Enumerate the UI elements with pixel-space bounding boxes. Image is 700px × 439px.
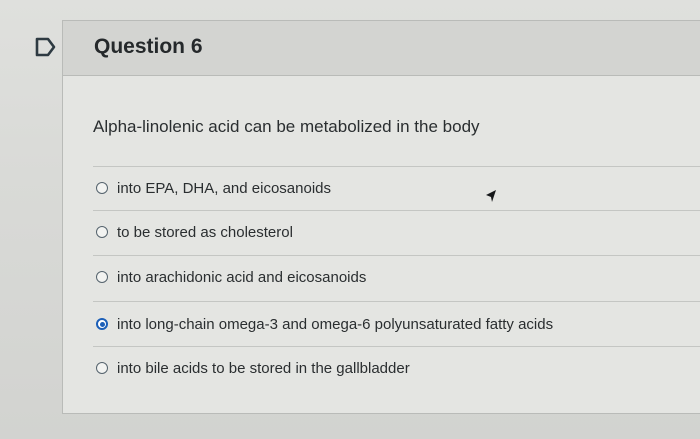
option-divider bbox=[93, 346, 700, 347]
answer-option-3[interactable]: into arachidonic acid and eicosanoids bbox=[96, 265, 366, 289]
radio-button[interactable] bbox=[96, 182, 108, 194]
answer-option-1[interactable]: into EPA, DHA, and eicosanoids bbox=[96, 176, 331, 200]
answer-option-label: into EPA, DHA, and eicosanoids bbox=[117, 179, 332, 197]
radio-button[interactable] bbox=[96, 271, 108, 283]
radio-button-selected[interactable] bbox=[96, 318, 108, 330]
radio-button[interactable] bbox=[96, 362, 108, 374]
answer-option-5[interactable]: into bile acids to be stored in the gall… bbox=[96, 356, 410, 380]
answer-option-label: to be stored as cholesterol bbox=[117, 223, 293, 241]
answer-option-2[interactable]: to be stored as cholesterol bbox=[96, 220, 293, 244]
question-title: Question 6 bbox=[94, 35, 203, 58]
mouse-cursor-icon bbox=[486, 190, 496, 202]
question-card: Question 6 Alpha-linolenic acid can be m… bbox=[62, 20, 700, 414]
answer-option-4[interactable]: into long-chain omega-3 and omega-6 poly… bbox=[96, 312, 553, 336]
answer-option-label: into arachidonic acid and eicosanoids bbox=[117, 268, 367, 286]
option-divider bbox=[93, 210, 700, 211]
option-divider bbox=[93, 166, 700, 167]
option-divider bbox=[93, 301, 700, 302]
radio-button[interactable] bbox=[96, 226, 108, 238]
question-text: Alpha-linolenic acid can be metabolized … bbox=[93, 117, 480, 136]
answer-option-label: into long-chain omega-3 and omega-6 poly… bbox=[117, 315, 554, 333]
option-divider bbox=[93, 255, 700, 256]
question-header: Question 6 bbox=[63, 21, 700, 76]
answer-option-label: into bile acids to be stored in the gall… bbox=[117, 359, 410, 377]
flag-question-icon[interactable] bbox=[31, 36, 59, 58]
